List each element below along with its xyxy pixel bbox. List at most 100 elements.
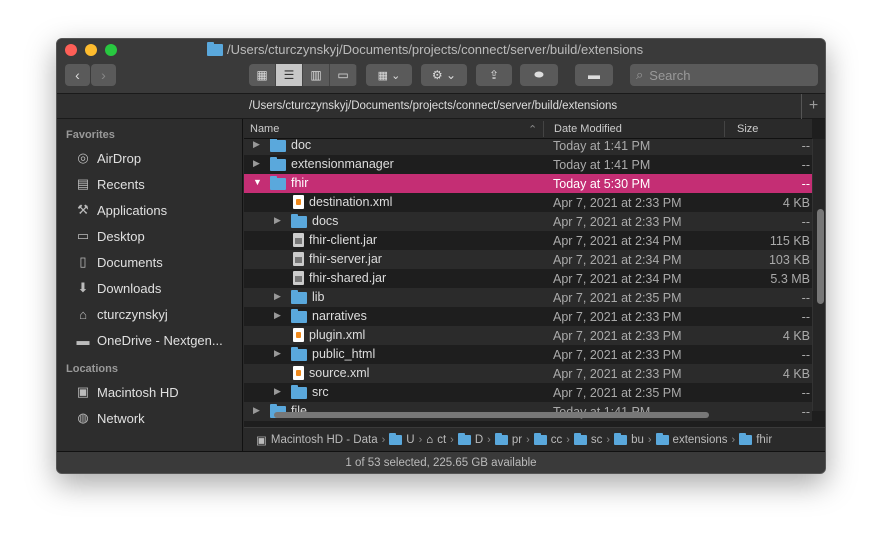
xml-file-icon xyxy=(293,328,304,342)
path-segment[interactable]: D xyxy=(457,432,483,446)
jar-file-icon xyxy=(293,233,304,247)
file-date: Apr 7, 2021 at 2:33 PM xyxy=(553,367,682,381)
file-row[interactable]: ▶ narratives Apr 7, 2021 at 2:33 PM -- xyxy=(244,307,812,326)
chevron-right-icon: › xyxy=(418,433,423,446)
file-date: Apr 7, 2021 at 2:33 PM xyxy=(553,329,682,343)
horizontal-scrollbar[interactable] xyxy=(274,412,709,418)
zoom-button[interactable] xyxy=(105,44,117,56)
disclosure-triangle-icon[interactable]: ▶ xyxy=(274,291,281,302)
disclosure-triangle-icon[interactable]: ▶ xyxy=(253,405,260,416)
folder-icon xyxy=(270,157,286,171)
column-date-modified[interactable]: Date Modified xyxy=(554,123,622,135)
disclosure-triangle-icon[interactable]: ▶ xyxy=(274,215,281,226)
file-date: Apr 7, 2021 at 2:33 PM xyxy=(553,196,682,210)
path-segment[interactable]: ⌂ ct xyxy=(426,434,446,446)
sidebar-item-downloads[interactable]: ⬇ Downloads xyxy=(57,275,242,301)
xml-file-icon xyxy=(293,195,304,209)
path-segment[interactable]: bu xyxy=(614,432,644,446)
sidebar-item-recents[interactable]: ▤ Recents xyxy=(57,171,242,197)
sidebar-item-applications[interactable]: ⚒ Applications xyxy=(57,197,242,223)
path-segment-label: Macintosh HD - Data xyxy=(270,433,378,446)
file-row[interactable]: fhir-client.jar Apr 7, 2021 at 2:34 PM 115… xyxy=(244,231,812,250)
file-row[interactable]: destination.xml Apr 7, 2021 at 2:33 PM 4 K… xyxy=(244,193,812,212)
minimize-button[interactable] xyxy=(85,44,97,56)
column-size[interactable]: Size xyxy=(737,123,758,135)
disclosure-triangle-icon[interactable]: ▼ xyxy=(253,177,262,187)
sidebar-item-macintosh-hd[interactable]: ▣ Macintosh HD xyxy=(57,379,242,405)
path-segment[interactable]: sc xyxy=(573,432,603,446)
back-button[interactable]: ‹ xyxy=(65,64,90,86)
home-icon: ⌂ xyxy=(79,306,87,322)
sidebar-item-airdrop[interactable]: ◎ AirDrop xyxy=(57,145,242,171)
new-tab-button[interactable]: + xyxy=(801,94,825,120)
disclosure-triangle-icon[interactable]: ▶ xyxy=(274,348,281,359)
file-row[interactable]: source.xml Apr 7, 2021 at 2:33 PM 4 KB xyxy=(244,364,812,383)
file-row[interactable]: ▶ extensionmanager Today at 1:41 PM -- xyxy=(244,155,812,174)
chevron-right-icon: › xyxy=(526,433,530,446)
forward-button[interactable]: › xyxy=(91,64,116,86)
path-segment[interactable]: pr xyxy=(494,432,522,446)
path-segment[interactable]: extensions xyxy=(655,432,728,446)
gallery-view-button[interactable]: ▭ xyxy=(330,64,357,86)
column-header: Name ⌃ Date Modified Size xyxy=(244,119,812,139)
disclosure-triangle-icon[interactable]: ▶ xyxy=(253,158,260,169)
folder-icon xyxy=(494,432,508,445)
tag-button[interactable]: ⬬ xyxy=(520,64,558,86)
group-button[interactable]: ▦ ⌄ xyxy=(366,64,412,86)
file-row[interactable]: ▶ docs Apr 7, 2021 at 2:33 PM -- xyxy=(244,212,812,231)
path-segment[interactable]: cc xyxy=(533,432,562,446)
file-name: destination.xml xyxy=(309,195,393,209)
file-name: public_html xyxy=(312,347,376,361)
file-row[interactable]: fhir-server.jar Apr 7, 2021 at 2:34 PM 103… xyxy=(244,250,812,269)
file-date: Today at 1:41 PM xyxy=(553,158,651,172)
jar-file-icon xyxy=(293,271,304,285)
path-segment[interactable]: fhir xyxy=(739,432,772,446)
sidebar-item-onedrive-nextgen-[interactable]: ▬ OneDrive - Nextgen... xyxy=(57,327,242,353)
file-date: Apr 7, 2021 at 2:35 PM xyxy=(553,291,682,305)
new-folder-button[interactable]: ▬ xyxy=(575,64,613,86)
sidebar-item-documents[interactable]: ▯ Documents xyxy=(57,249,242,275)
path-segment-label: bu xyxy=(631,433,644,446)
file-date: Apr 7, 2021 at 2:33 PM xyxy=(553,310,682,324)
icon-view-button[interactable]: ▦ xyxy=(249,64,276,86)
sidebar-item-cturczynskyj[interactable]: ⌂ cturczynskyj xyxy=(57,301,242,327)
sidebar-item-label: OneDrive - Nextgen... xyxy=(97,332,223,348)
desktop-icon: ▭ xyxy=(76,228,90,243)
vertical-scrollbar[interactable] xyxy=(812,139,825,411)
disclosure-triangle-icon[interactable]: ▶ xyxy=(274,310,281,321)
column-view-button[interactable]: ▥ xyxy=(303,64,330,86)
file-size: -- xyxy=(801,139,810,153)
folder-icon xyxy=(614,432,628,445)
path-segment[interactable]: ▣ Macintosh HD - Data xyxy=(256,433,378,447)
search-icon: ⌕ xyxy=(636,67,644,82)
share-button[interactable]: ⇪ xyxy=(476,64,512,86)
path-segment[interactable]: U xyxy=(389,432,415,446)
disclosure-triangle-icon[interactable]: ▶ xyxy=(253,139,260,150)
column-name[interactable]: Name xyxy=(250,123,279,135)
file-row[interactable]: plugin.xml Apr 7, 2021 at 2:33 PM 4 KB xyxy=(244,326,812,345)
sidebar-item-network[interactable]: ◍ Network xyxy=(57,405,242,431)
disclosure-triangle-icon[interactable]: ▶ xyxy=(274,386,281,397)
disk-icon: ▣ xyxy=(256,434,267,447)
action-gear-button[interactable]: ⚙ ⌄ xyxy=(421,64,467,86)
search-input[interactable]: ⌕ Search xyxy=(630,64,818,86)
file-size: -- xyxy=(801,405,810,419)
folder-icon xyxy=(207,41,223,56)
file-row[interactable]: ▶ lib Apr 7, 2021 at 2:35 PM -- xyxy=(244,288,812,307)
folder-icon xyxy=(573,432,587,445)
file-row[interactable]: fhir-shared.jar Apr 7, 2021 at 2:34 PM 5.3… xyxy=(244,269,812,288)
close-button[interactable] xyxy=(65,44,77,56)
file-row[interactable]: ▶ public_html Apr 7, 2021 at 2:33 PM -- xyxy=(244,345,812,364)
sidebar-item-desktop[interactable]: ▭ Desktop xyxy=(57,223,242,249)
file-size: -- xyxy=(801,215,810,229)
path-segment-label: extensions xyxy=(672,433,728,446)
file-row[interactable]: ▼ fhir Today at 5:30 PM -- xyxy=(244,174,812,193)
folder-icon xyxy=(291,309,307,323)
path-header-text: /Users/cturczynskyj/Documents/projects/c… xyxy=(249,100,618,112)
chevron-right-icon: › xyxy=(381,433,386,446)
file-name: extensionmanager xyxy=(291,157,394,171)
file-row[interactable]: ▶ src Apr 7, 2021 at 2:35 PM -- xyxy=(244,383,812,402)
path-segment-label: sc xyxy=(590,433,603,446)
file-size: -- xyxy=(801,386,810,400)
list-view-button[interactable]: ☰ xyxy=(276,64,303,86)
